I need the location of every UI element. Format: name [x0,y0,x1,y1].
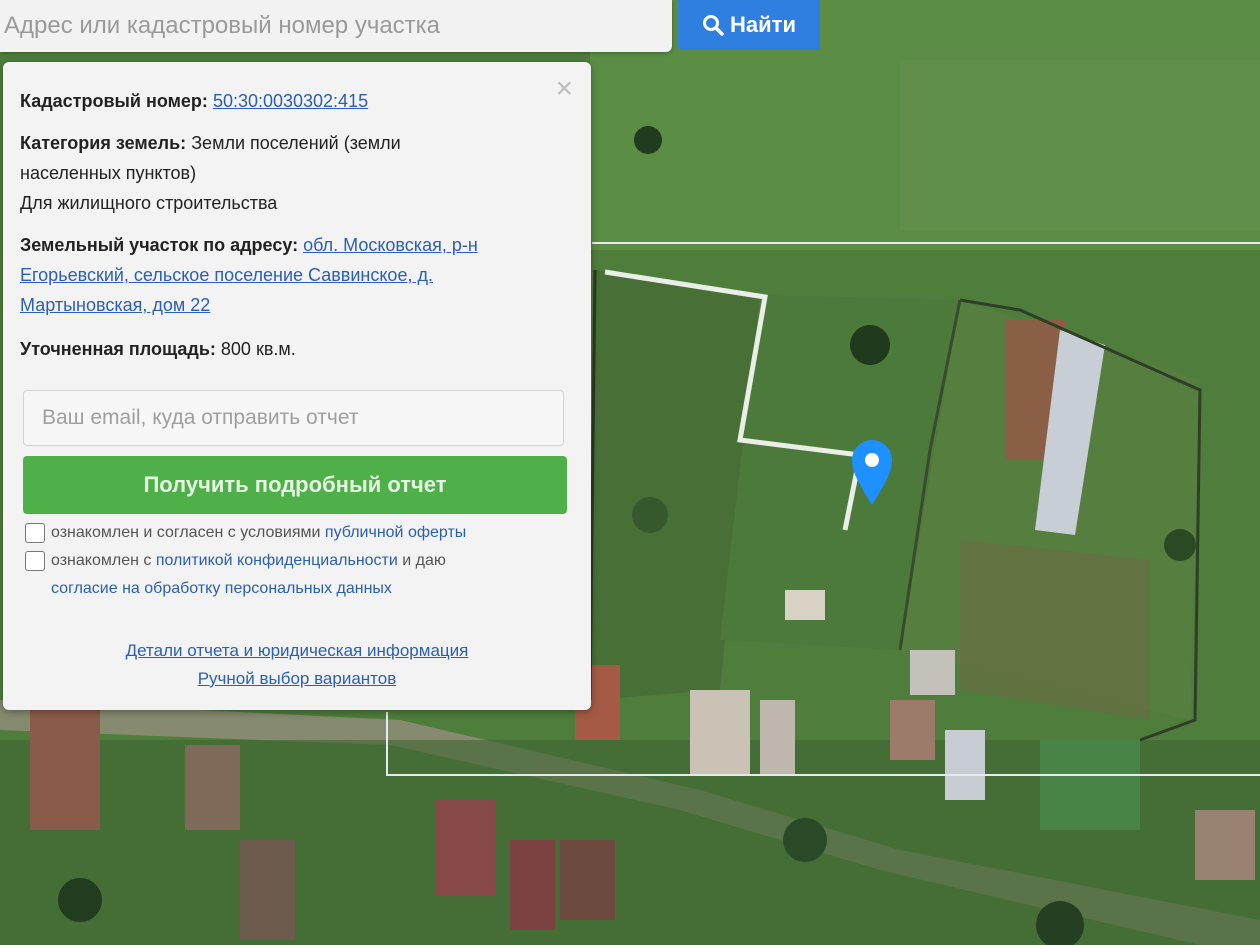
parcel-info-panel: × Кадастровый номер: 50:30:0030302:415 К… [3,62,591,710]
privacy-policy-link[interactable]: политикой конфиденциальности [156,552,398,569]
privacy-consent-label2: и даю [402,552,446,569]
address-row: Земельный участок по адресу: обл. Москов… [20,230,565,320]
category-value: Земли поселений (земли [191,133,401,153]
get-report-button[interactable]: Получить подробный отчет [23,456,567,514]
address-label: Земельный участок по адресу: [20,235,299,255]
offer-consent-text: ознакомлен и согласен с условиями публич… [51,519,466,547]
search-bar [0,0,672,52]
personal-data-text: согласие на обработку персональных данны… [51,575,392,603]
personal-data-consent-link[interactable]: согласие на обработку персональных данны… [51,580,392,597]
find-button-label: Найти [730,12,796,37]
area-label: Уточненная площадь: [20,339,216,359]
offer-consent-checkbox[interactable] [25,523,45,543]
cadastral-label: Кадастровый номер: [20,91,208,111]
public-offer-link[interactable]: публичной оферты [325,524,466,541]
manual-selection-link[interactable]: Ручной выбор вариантов [198,669,397,688]
permitted-use: Для жилищного строительства [20,193,278,213]
cadastral-row: Кадастровый номер: 50:30:0030302:415 [20,86,565,116]
email-input[interactable] [23,390,564,446]
offer-consent-label: ознакомлен и согласен с условиями [51,524,321,541]
privacy-consent-label: ознакомлен с [51,552,152,569]
address-link-line2[interactable]: Егорьевский, сельское поселение Саввинск… [20,265,433,285]
category-value-cont: населенных пунктов) [20,163,197,183]
find-button[interactable]: Найти [678,0,820,50]
search-input[interactable] [0,0,644,52]
privacy-consent-text: ознакомлен с политикой конфиденциальност… [51,547,446,575]
search-icon [703,15,724,36]
report-details-link[interactable]: Детали отчета и юридическая информация [126,641,469,660]
address-link-line3[interactable]: Мартыновская, дом 22 [20,295,210,315]
manual-row: Ручной выбор вариантов [3,669,591,689]
privacy-consent-checkbox[interactable] [25,551,45,571]
details-row: Детали отчета и юридическая информация [3,641,591,661]
address-link-line1[interactable]: обл. Московская, р-н [303,235,478,255]
cadastral-number-link[interactable]: 50:30:0030302:415 [213,91,368,111]
category-label: Категория земель: [20,133,187,153]
area-value: 800 кв.м. [220,339,296,359]
area-row: Уточненная площадь: 800 кв.м. [20,334,565,364]
category-row: Категория земель: Земли поселений (земли… [20,128,565,218]
